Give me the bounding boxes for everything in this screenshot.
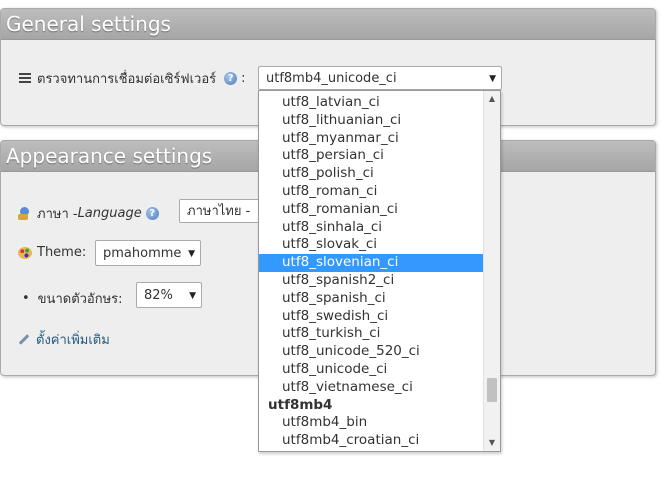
help-icon[interactable]: ? bbox=[224, 72, 238, 85]
font-size-label: ขนาดตัวอักษร: bbox=[37, 292, 123, 307]
general-settings-title: General settings bbox=[1, 9, 655, 40]
scrollbar-thumb[interactable] bbox=[487, 378, 497, 402]
dropdown-option[interactable]: utf8mb4_bin bbox=[259, 414, 484, 432]
dropdown-option[interactable]: utf8_turkish_ci bbox=[259, 325, 484, 343]
dropdown-option[interactable]: utf8_vietnamese_ci bbox=[259, 379, 484, 397]
dropdown-option[interactable]: utf8_lithuanian_ci bbox=[259, 112, 484, 130]
dropdown-option[interactable]: utf8_polish_ci bbox=[259, 165, 484, 183]
collation-colon: : bbox=[241, 71, 246, 86]
language-value: ภาษาไทย - bbox=[187, 204, 251, 219]
theme-row: Theme: bbox=[18, 245, 86, 260]
scroll-up-icon[interactable]: ▲ bbox=[484, 92, 500, 106]
dropdown-option[interactable]: utf8_latvian_ci bbox=[259, 94, 484, 112]
dropdown-optgroup-label: utf8mb4 bbox=[268, 396, 333, 413]
language-select[interactable]: ภาษาไทย - bbox=[179, 199, 269, 223]
chevron-down-icon: ▼ bbox=[189, 291, 196, 301]
chevron-down-icon: ▼ bbox=[489, 74, 496, 84]
dropdown-option[interactable]: utf8mb4_croatian_ci bbox=[259, 432, 484, 450]
server-collation-select[interactable]: utf8mb4_unicode_ci ▼ bbox=[258, 66, 502, 90]
help-icon[interactable]: ? bbox=[145, 207, 159, 220]
server-collation-value: utf8mb4_unicode_ci bbox=[266, 71, 397, 86]
more-settings-row: ตั้งค่าเพิ่มเติม bbox=[18, 329, 110, 350]
dropdown-option[interactable]: utf8_spanish_ci bbox=[259, 290, 484, 308]
list-icon bbox=[19, 73, 31, 84]
theme-value: pmahomme bbox=[103, 246, 182, 261]
font-size-select[interactable]: 82% ▼ bbox=[136, 282, 202, 308]
wrench-icon bbox=[18, 334, 30, 345]
palette-icon bbox=[18, 246, 32, 259]
collation-dropdown-list[interactable]: utf8_latvian_ci utf8_lithuanian_ci utf8_my… bbox=[258, 90, 501, 452]
font-size-row: • ขนาดตัวอักษร: bbox=[22, 288, 123, 309]
dropdown-scrollbar[interactable]: ▲ ▼ bbox=[483, 91, 500, 451]
theme-select[interactable]: pmahomme ▼ bbox=[95, 240, 201, 266]
dropdown-option[interactable]: utf8_romanian_ci bbox=[259, 201, 484, 219]
font-size-value: 82% bbox=[144, 288, 173, 303]
language-label-en: Language bbox=[77, 206, 142, 221]
dropdown-option[interactable]: utf8_unicode_ci bbox=[259, 361, 484, 379]
dropdown-option[interactable]: utf8_slovak_ci bbox=[259, 236, 484, 254]
server-collation-row: ตรวจทานการเชื่อมต่อเซิร์ฟเวอร์ ? : bbox=[19, 68, 246, 89]
scroll-down-icon[interactable]: ▼ bbox=[484, 436, 500, 450]
dropdown-option[interactable]: utf8_unicode_520_ci bbox=[259, 343, 484, 361]
dropdown-option[interactable]: utf8_roman_ci bbox=[259, 183, 484, 201]
dropdown-option[interactable]: utf8_myanmar_ci bbox=[259, 130, 484, 148]
dropdown-option[interactable]: utf8_sinhala_ci bbox=[259, 219, 484, 237]
dropdown-option[interactable]: utf8_slovenian_ci bbox=[259, 254, 484, 272]
dropdown-option[interactable]: utf8_swedish_ci bbox=[259, 308, 484, 326]
language-icon bbox=[18, 206, 32, 221]
language-label: ภาษา - bbox=[37, 207, 78, 222]
bullet-icon: • bbox=[22, 291, 30, 306]
more-settings-link[interactable]: ตั้งค่าเพิ่มเติม bbox=[36, 329, 110, 350]
chevron-down-icon: ▼ bbox=[188, 249, 195, 259]
dropdown-option[interactable]: utf8_spanish2_ci bbox=[259, 272, 484, 290]
dropdown-option[interactable]: utf8_persian_ci bbox=[259, 147, 484, 165]
server-collation-label: ตรวจทานการเชื่อมต่อเซิร์ฟเวอร์ bbox=[37, 72, 217, 87]
theme-label: Theme: bbox=[37, 245, 87, 260]
language-row: ภาษา - Language ? bbox=[18, 203, 159, 224]
